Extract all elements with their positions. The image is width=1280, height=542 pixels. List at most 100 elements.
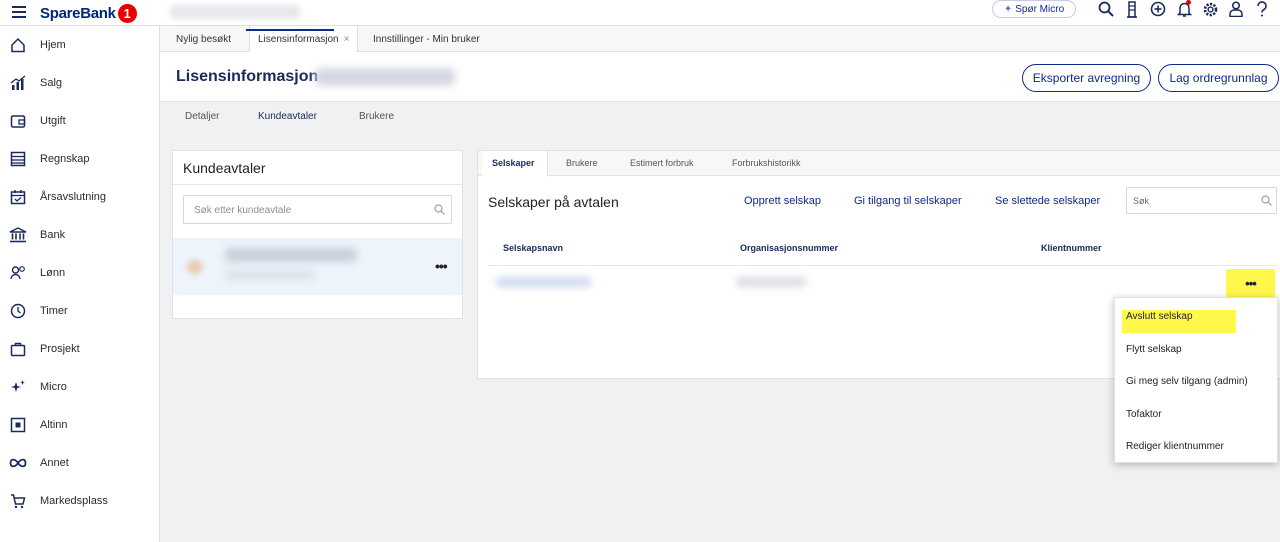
deleted-companies-link[interactable]: Se slettede selskaper [995,195,1100,207]
search-icon [1261,195,1272,206]
tab-estimert-forbruk[interactable]: Estimert forbruk [630,158,694,168]
sidebar-item-timer[interactable]: Timer [0,292,160,330]
altinn-icon [9,416,27,434]
tab-brukere[interactable]: Brukere [359,111,394,122]
tab-label: Innstillinger - Min bruker [373,33,480,45]
sidebar-item-label: Altinn [40,419,68,431]
bell-icon[interactable] [1174,0,1194,18]
add-icon[interactable] [1148,0,1168,18]
sidebar-item-label: Prosjekt [40,343,80,355]
menu-item-label: Avslutt selskap [1126,311,1193,322]
sidebar: Hjem Salg Utgift Regnskap Årsavslutning … [0,26,160,542]
sidebar-item-regnskap[interactable]: Regnskap [0,140,160,178]
menu-item-label: Tofaktor [1126,409,1162,420]
tab-brukere[interactable]: Brukere [566,158,598,168]
sidebar-item-bank[interactable]: Bank [0,216,160,254]
tab-kundeavtaler[interactable]: Kundeavtaler [258,111,317,122]
tab-selskaper[interactable]: Selskaper [492,158,535,168]
sidebar-item-label: Regnskap [40,153,90,165]
export-settlement-button[interactable]: Eksporter avregning [1022,64,1151,92]
sidebar-item-label: Annet [40,457,69,469]
menu-item-avslutt-selskap[interactable]: Avslutt selskap [1115,302,1279,333]
ask-micro-label: Spør Micro [1015,3,1065,15]
panel-tabs: Selskaper Brukere Estimert forbruk Forbr… [478,151,1280,177]
license-name-redacted [315,68,455,86]
tab-innstillinger[interactable]: Innstillinger - Min bruker [365,26,488,52]
logo[interactable]: SpareBank 1 [40,2,137,24]
company-search-input[interactable]: Søk [1126,187,1277,214]
menu-item-rediger-klientnummer[interactable]: Rediger klientnummer [1115,432,1279,462]
sidebar-item-label: Hjem [40,39,66,51]
menu-item-gi-meg-tilgang[interactable]: Gi meg selv tilgang (admin) [1115,367,1279,397]
agreement-detail-redacted [225,270,315,280]
divider [173,184,462,185]
sidebar-item-markedsplass[interactable]: Markedsplass [0,482,160,520]
search-icon[interactable] [1096,0,1116,18]
list-item[interactable]: ••• [173,238,462,295]
menu-icon[interactable] [12,6,26,18]
create-order-basis-button[interactable]: Lag ordregrunnlag [1158,64,1279,92]
logo-text: SpareBank [40,4,116,22]
sidebar-item-label: Bank [40,229,66,241]
sidebar-item-annet[interactable]: Annet [0,444,160,482]
calendar-icon [9,188,27,206]
tab-forbrukshistorikk[interactable]: Forbrukshistorikk [732,158,801,168]
tab-nylig-besokt[interactable]: Nylig besøkt [168,26,239,52]
org-number-redacted [736,277,806,287]
close-icon[interactable]: × [344,34,350,45]
sparkle-icon: ✦ [1003,3,1013,15]
sidebar-item-label: Salg [40,77,63,89]
sidebar-item-label: Lønn [40,267,66,279]
logo-badge: 1 [117,3,137,23]
panel-title: Kundeavtaler [183,160,266,176]
tower-icon[interactable] [1122,0,1142,18]
subtabs: Detaljer Kundeavtaler Brukere [160,102,1280,134]
help-icon[interactable] [1252,0,1272,18]
more-options-icon[interactable]: ••• [435,258,448,274]
search-icon [434,204,445,215]
column-header-company-name[interactable]: Selskapsnavn [503,243,563,253]
menu-item-label: Gi meg selv tilgang (admin) [1126,376,1248,387]
divider [488,265,1278,266]
grant-access-link[interactable]: Gi tilgang til selskaper [854,195,962,207]
top-bar: SpareBank 1 ✦ Spør Micro [0,0,1280,26]
gear-icon[interactable] [1200,0,1220,18]
column-header-org-number[interactable]: Organisasjonsnummer [740,243,838,253]
company-name-redacted[interactable] [496,277,591,287]
home-icon [9,36,27,54]
sidebar-item-prosjekt[interactable]: Prosjekt [0,330,160,368]
page-title: Lisensinformasjon [176,68,319,85]
sidebar-item-arsavslutning[interactable]: Årsavslutning [0,178,160,216]
search-placeholder: Søk [1133,196,1150,206]
sidebar-item-utgift[interactable]: Utgift [0,102,160,140]
sales-icon [9,74,27,92]
sidebar-item-salg[interactable]: Salg [0,64,160,102]
user-icon[interactable] [1226,0,1246,18]
menu-item-label: Rediger klientnummer [1126,441,1224,452]
search-placeholder: Søk etter kundeavtale [194,205,292,216]
sidebar-item-altinn[interactable]: Altinn [0,406,160,444]
ledger-icon [9,150,27,168]
ask-micro-button[interactable]: ✦ Spør Micro [992,0,1076,18]
clock-icon [9,302,27,320]
row-actions-button[interactable]: ••• [1226,269,1275,298]
agreement-name-redacted [225,248,357,262]
sidebar-item-label: Markedsplass [40,495,108,507]
briefcase-icon [9,340,27,358]
column-header-client-number[interactable]: Klientnummer [1041,243,1102,253]
bank-icon [9,226,27,244]
sidebar-item-label: Årsavslutning [40,191,107,203]
tab-detaljer[interactable]: Detaljer [185,111,219,122]
infinity-icon [9,454,27,472]
create-company-link[interactable]: Opprett selskap [744,195,821,207]
menu-item-tofaktor[interactable]: Tofaktor [1115,400,1279,430]
sidebar-item-micro[interactable]: Micro [0,368,160,406]
notification-dot [1186,0,1191,5]
tab-label: Lisensinformasjon [258,34,339,45]
sidebar-item-lonn[interactable]: Lønn [0,254,160,292]
sidebar-item-hjem[interactable]: Hjem [0,26,160,64]
payroll-icon [9,264,27,282]
sidebar-item-label: Micro [40,381,67,393]
menu-item-flytt-selskap[interactable]: Flytt selskap [1115,335,1279,365]
agreement-search-input[interactable]: Søk etter kundeavtale [183,195,452,224]
